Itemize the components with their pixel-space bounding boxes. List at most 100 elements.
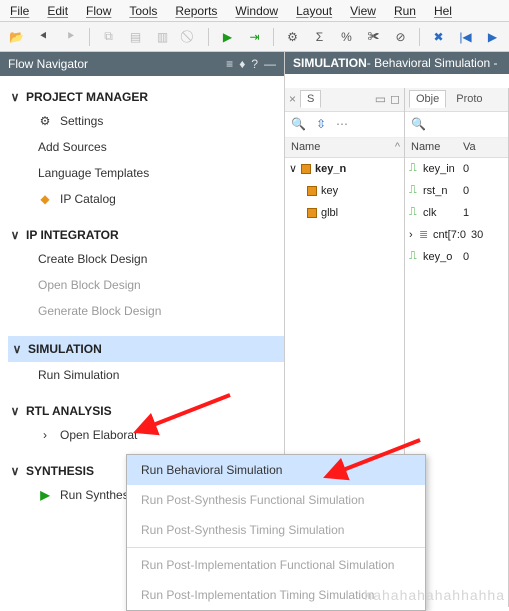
settings-icon[interactable]: ⚙: [284, 28, 301, 46]
col-name[interactable]: Name: [405, 141, 457, 153]
nav-item-language-templates[interactable]: Language Templates: [8, 160, 284, 186]
signal-icon: ⎍: [409, 250, 423, 263]
cut-icon[interactable]: ▥: [154, 28, 171, 46]
nav-item-label: Open Elaborat: [60, 428, 137, 442]
menu-help[interactable]: Hel: [434, 4, 452, 18]
signal-value: 0: [463, 251, 469, 263]
cancel-icon[interactable]: ✖: [430, 28, 447, 46]
signal-icon: ⎍: [409, 206, 423, 219]
scope-tabrow: × S ▭ ◻: [285, 88, 404, 112]
tree-row[interactable]: ∨ key_n: [285, 158, 404, 180]
section-title: IP INTEGRATOR: [26, 228, 119, 242]
menu-tools[interactable]: Tools: [129, 4, 157, 18]
menu-view[interactable]: View: [350, 4, 376, 18]
menu-run-post-impl-func[interactable]: Run Post-Implementation Functional Simul…: [127, 550, 425, 580]
back-icon[interactable]: ⯇: [35, 28, 52, 46]
nav-item-label: Add Sources: [38, 140, 107, 154]
menu-layout[interactable]: Layout: [296, 4, 332, 18]
tree-row[interactable]: glbl: [285, 202, 404, 224]
run-icon[interactable]: ▶: [219, 28, 236, 46]
nav-item-ip-catalog[interactable]: ◆ IP Catalog: [8, 186, 284, 212]
expand-icon[interactable]: ›: [409, 229, 419, 241]
chevron-down-icon: ∨: [10, 228, 20, 242]
module-icon: [301, 164, 311, 174]
maximize-icon[interactable]: ◻: [390, 92, 400, 106]
percent-icon[interactable]: %: [338, 28, 355, 46]
signal-name: rst_n: [423, 185, 463, 197]
tab-protocol[interactable]: Proto: [450, 91, 488, 107]
menu-edit[interactable]: Edit: [47, 4, 68, 18]
menu-run[interactable]: Run: [394, 4, 416, 18]
flow-navigator-title: Flow Navigator: [8, 57, 88, 71]
section-header-rtl-analysis[interactable]: ∨ RTL ANALYSIS: [8, 400, 284, 422]
nolink-icon[interactable]: ⊘: [392, 28, 409, 46]
section-rtl-analysis: ∨ RTL ANALYSIS › Open Elaborat: [8, 400, 284, 448]
nav-item-run-simulation[interactable]: Run Simulation: [8, 362, 284, 388]
undo-icon[interactable]: ⃠: [181, 28, 198, 46]
search-icon[interactable]: 🔍: [411, 117, 426, 131]
step-icon[interactable]: ⇥: [246, 28, 263, 46]
nav-tool-minimize-icon[interactable]: —: [264, 57, 276, 71]
signal-row[interactable]: ⎍ clk 1: [405, 202, 508, 224]
signal-row[interactable]: › ≣ cnt[7:0 30: [405, 224, 508, 246]
col-name[interactable]: Name: [285, 141, 326, 153]
separator: [273, 28, 274, 46]
sort-icon[interactable]: ^: [395, 141, 404, 153]
menu-window[interactable]: Window: [235, 4, 278, 18]
separator: [208, 28, 209, 46]
nav-item-open-elaborated[interactable]: › Open Elaborat: [8, 422, 284, 448]
signal-row[interactable]: ⎍ rst_n 0: [405, 180, 508, 202]
scope-toolrow: 🔍 ⇳ ⋯: [285, 112, 404, 138]
signal-row[interactable]: ⎍ key_in 0: [405, 158, 508, 180]
simulation-header-rest: - Behavioral Simulation -: [367, 56, 498, 70]
play-icon: ▶: [38, 488, 52, 502]
paste-icon[interactable]: ▤: [127, 28, 144, 46]
signal-value: 0: [463, 185, 469, 197]
section-header-project-manager[interactable]: ∨ PROJECT MANAGER: [8, 86, 284, 108]
menu-reports[interactable]: Reports: [175, 4, 217, 18]
tab-objects[interactable]: Obje: [409, 90, 446, 108]
col-value[interactable]: Va: [457, 141, 482, 153]
sigma-icon[interactable]: Σ: [311, 28, 328, 46]
next-icon[interactable]: ▶: [484, 28, 501, 46]
separator: [419, 28, 420, 46]
nav-tool-1-icon[interactable]: ≡: [226, 57, 233, 71]
signal-row[interactable]: ⎍ key_o 0: [405, 246, 508, 268]
scissors-icon[interactable]: ✀: [365, 28, 382, 46]
open-icon[interactable]: 📂: [8, 28, 25, 46]
nav-item-generate-block-design[interactable]: Generate Block Design: [8, 298, 284, 324]
section-header-ip-integrator[interactable]: ∨ IP INTEGRATOR: [8, 224, 284, 246]
nav-item-label: Run Simulation: [38, 368, 119, 382]
menu-run-post-synth-timing[interactable]: Run Post-Synthesis Timing Simulation: [127, 515, 425, 545]
chevron-right-icon: ›: [38, 428, 52, 442]
flow-navigator-tools: ≡ ♦ ? —: [226, 57, 276, 71]
nav-tool-help-icon[interactable]: ?: [251, 57, 258, 71]
chevron-down-icon: ∨: [12, 342, 22, 356]
menu-flow[interactable]: Flow: [86, 4, 111, 18]
more-icon[interactable]: ⋯: [336, 117, 348, 131]
nav-item-settings[interactable]: ⚙ Settings: [8, 108, 284, 134]
fwd-icon[interactable]: ⯈: [62, 28, 79, 46]
nav-item-add-sources[interactable]: Add Sources: [8, 134, 284, 160]
search-icon[interactable]: 🔍: [291, 117, 306, 131]
nav-item-open-block-design[interactable]: Open Block Design: [8, 272, 284, 298]
flow-navigator-header: Flow Navigator ≡ ♦ ? —: [0, 52, 284, 76]
gear-icon: ⚙: [38, 114, 52, 128]
menu-bar: File Edit Flow Tools Reports Window Layo…: [0, 0, 509, 22]
nav-tool-2-icon[interactable]: ♦: [239, 57, 245, 71]
section-header-simulation[interactable]: ∨ SIMULATION: [8, 336, 284, 362]
menu-run-behavioral[interactable]: Run Behavioral Simulation: [127, 455, 425, 485]
nav-item-create-block-design[interactable]: Create Block Design: [8, 246, 284, 272]
menu-file[interactable]: File: [10, 4, 29, 18]
collapse-icon[interactable]: ⇳: [316, 117, 326, 131]
tab-scope[interactable]: S: [300, 90, 321, 108]
restart-icon[interactable]: |◀: [457, 28, 474, 46]
tree-row[interactable]: key: [285, 180, 404, 202]
expand-icon[interactable]: ∨: [289, 162, 301, 175]
copy-icon[interactable]: ⧉: [100, 28, 117, 46]
menu-run-post-synth-func[interactable]: Run Post-Synthesis Functional Simulation: [127, 485, 425, 515]
ip-icon: ◆: [38, 192, 52, 206]
section-title: PROJECT MANAGER: [26, 90, 148, 104]
minimize-icon[interactable]: ▭: [375, 92, 386, 106]
close-icon[interactable]: ×: [289, 92, 296, 106]
